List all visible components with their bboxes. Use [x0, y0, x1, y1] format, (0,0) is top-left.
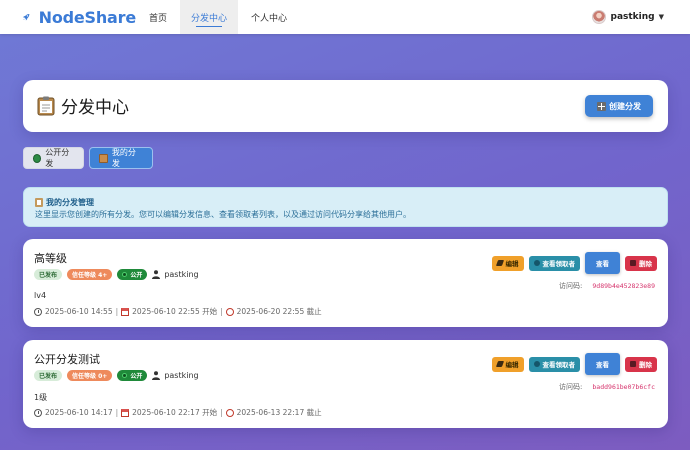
clock-icon: [34, 307, 42, 316]
claims-label: 查看领取者: [542, 361, 576, 369]
view-button[interactable]: 查看: [585, 353, 620, 375]
distribution-title: 公开分发测试: [34, 353, 100, 366]
calendar-icon: [121, 408, 130, 417]
distribution-card: 高等级 已发布 信任等级 4+ 公开 pastking lv4 2025-06-…: [23, 239, 668, 327]
distribution-meta: 2025-06-10 14:17 | 2025-06-10 22:17 开始 |…: [34, 407, 322, 418]
trash-icon: [630, 260, 636, 266]
start-time: 2025-06-10 22:55 开始: [132, 307, 218, 316]
distribution-card: 公开分发测试 已发布 信任等级 0+ 公开 pastking 1级 2025-0…: [23, 340, 668, 428]
access-code-row: 访问码: badd961be07b6cfc: [559, 382, 655, 392]
brand-name: NodeShare: [38, 7, 137, 27]
badge-row: 已发布 信任等级 4+ 公开 pastking: [34, 269, 199, 280]
badge-row: 已发布 信任等级 0+ 公开 pastking: [34, 370, 199, 381]
alarm-clock-icon: [225, 307, 234, 316]
pencil-icon: [495, 361, 504, 367]
alert-text: 这里显示您创建的所有分发。您可以编辑分发信息、查看领取者列表，以及通过访问代码分…: [35, 210, 411, 219]
trash-icon: [630, 361, 636, 367]
tab-public-label: 公开分发: [45, 148, 70, 168]
globe-icon: [122, 373, 128, 378]
tab-public-distributions[interactable]: 公开分发: [23, 147, 84, 169]
top-navbar: NodeShare 首页 分发中心 个人中心 pastking ▼: [0, 0, 690, 34]
owner-name: pastking: [164, 270, 199, 279]
create-distribution-button[interactable]: 创建分发: [585, 95, 653, 117]
nav-profile[interactable]: 个人中心: [238, 0, 300, 34]
alarm-clock-icon: [225, 408, 234, 417]
user-icon: [152, 371, 161, 380]
status-badge: 已发布: [34, 269, 63, 280]
separator: |: [220, 307, 223, 316]
owner: pastking: [152, 270, 199, 279]
distribution-description: 1级: [34, 393, 48, 402]
access-code[interactable]: badd961be07b6cfc: [592, 383, 655, 391]
access-code-label: 访问码:: [559, 282, 583, 290]
owner: pastking: [152, 371, 199, 380]
package-icon: [99, 153, 108, 163]
clipboard-icon: [35, 198, 43, 207]
edit-button[interactable]: 编辑: [491, 255, 524, 271]
created-time: 2025-06-10 14:17: [45, 408, 113, 417]
clipboard-icon: [37, 96, 55, 115]
action-buttons: 编辑 查看领取者 查看 删除: [487, 353, 657, 375]
action-buttons: 编辑 查看领取者 查看 删除: [487, 252, 657, 274]
view-button[interactable]: 查看: [585, 252, 620, 274]
owner-name: pastking: [164, 371, 199, 380]
separator: |: [220, 408, 223, 417]
avatar: [591, 10, 606, 24]
separator: |: [115, 408, 119, 417]
chevron-down-icon: ▼: [658, 13, 664, 21]
user-icon: [152, 270, 161, 279]
trust-level-badge: 信任等级 4+: [67, 269, 113, 280]
distribution-description: lv4: [34, 291, 47, 300]
globe-icon: [122, 272, 128, 277]
trust-level-badge: 信任等级 0+: [67, 370, 113, 381]
status-badge: 已发布: [34, 370, 63, 381]
people-icon: [533, 361, 540, 367]
pencil-icon: [495, 260, 504, 266]
access-code[interactable]: 9d89b4e452823e89: [592, 282, 655, 290]
visibility-badge: 公开: [117, 370, 148, 381]
user-menu[interactable]: pastking ▼: [591, 0, 664, 34]
delete-button[interactable]: 删除: [625, 255, 657, 271]
create-button-label: 创建分发: [609, 101, 641, 111]
view-claimers-button[interactable]: 查看领取者: [528, 356, 580, 372]
info-alert: 我的分发管理 这里显示您创建的所有分发。您可以编辑分发信息、查看领取者列表，以及…: [23, 187, 668, 227]
delete-label: 删除: [639, 260, 652, 268]
separator: |: [115, 307, 119, 316]
alert-title: 我的分发管理: [35, 197, 94, 208]
page-title: 分发中心: [37, 93, 129, 118]
delete-button[interactable]: 删除: [625, 356, 657, 372]
distribution-meta: 2025-06-10 14:55 | 2025-06-10 22:55 开始 |…: [34, 306, 322, 317]
brand[interactable]: NodeShare: [22, 7, 136, 27]
end-time: 2025-06-20 22:55 截止: [236, 307, 322, 316]
view-claimers-button[interactable]: 查看领取者: [528, 255, 580, 271]
distribution-title: 高等级: [34, 252, 67, 265]
claims-label: 查看领取者: [542, 260, 576, 268]
delete-label: 删除: [639, 361, 652, 369]
visibility-badge: 公开: [117, 269, 148, 280]
alert-title-text: 我的分发管理: [46, 198, 94, 207]
visibility-label: 公开: [130, 272, 143, 279]
edit-label: 编辑: [505, 361, 519, 369]
tab-mine-label: 我的分发: [111, 148, 136, 168]
edit-label: 编辑: [505, 260, 519, 268]
tab-my-distributions[interactable]: 我的分发: [89, 147, 153, 169]
end-time: 2025-06-13 22:17 截止: [236, 408, 322, 417]
visibility-label: 公开: [130, 373, 143, 380]
access-code-label: 访问码:: [559, 383, 583, 391]
plus-icon: [597, 101, 606, 111]
user-name: pastking: [610, 12, 655, 22]
page-header-card: 分发中心 创建分发: [23, 80, 668, 132]
start-time: 2025-06-10 22:17 开始: [132, 408, 218, 417]
nav-home[interactable]: 首页: [136, 0, 180, 34]
page-title-text: 分发中心: [61, 98, 129, 118]
access-code-row: 访问码: 9d89b4e452823e89: [559, 281, 655, 291]
nav-distribution-center[interactable]: 分发中心: [180, 0, 239, 34]
created-time: 2025-06-10 14:55: [45, 307, 113, 316]
globe-icon: [33, 153, 42, 163]
edit-button[interactable]: 编辑: [491, 356, 524, 372]
people-icon: [533, 260, 540, 266]
rocket-icon: [22, 13, 30, 21]
clock-icon: [34, 408, 42, 417]
calendar-icon: [121, 307, 130, 316]
